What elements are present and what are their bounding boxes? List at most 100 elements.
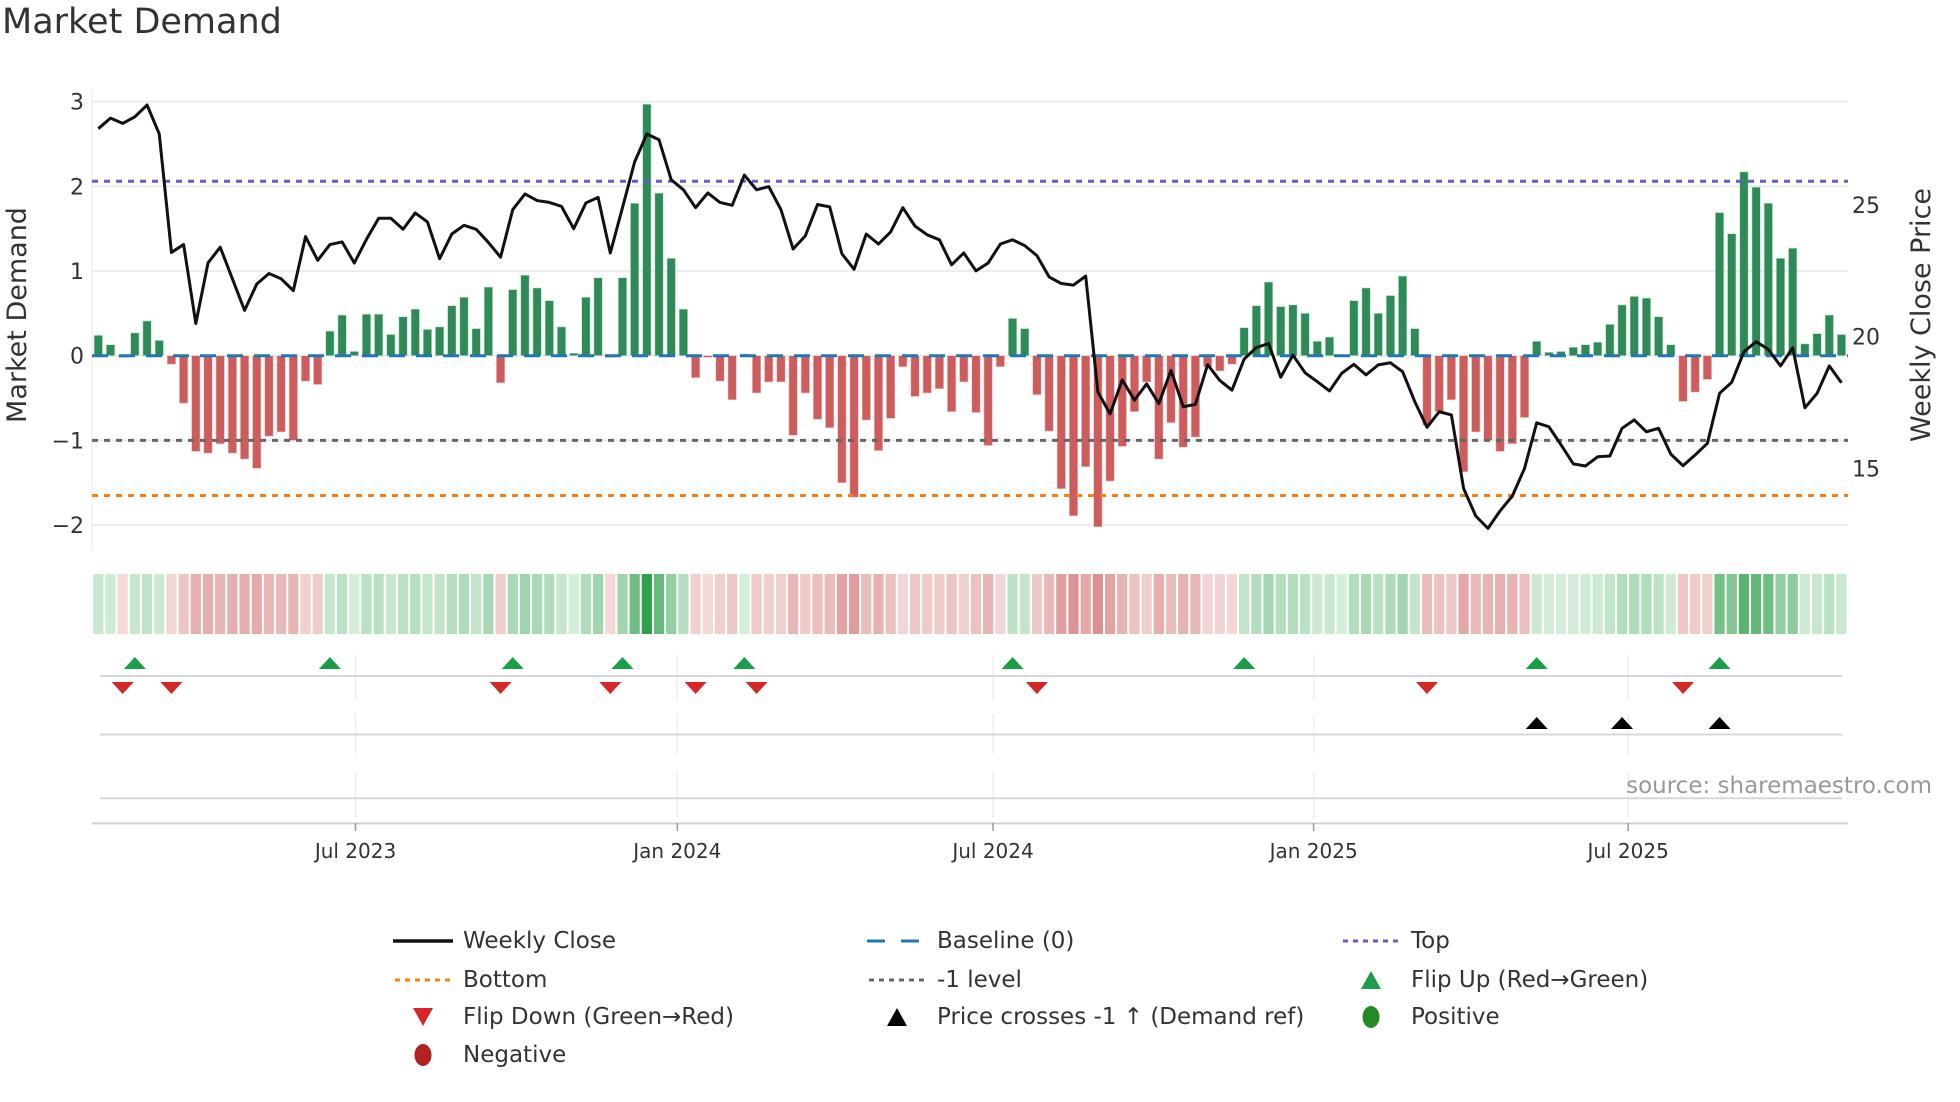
- demand-bar-positive: [557, 326, 567, 357]
- demand-bar-negative: [800, 355, 810, 394]
- heat-cell: [1799, 574, 1810, 634]
- heat-cell: [397, 574, 409, 634]
- demand-bar-negative: [1215, 355, 1225, 372]
- heat-cell: [788, 574, 799, 634]
- heat-cell: [1312, 574, 1323, 634]
- heat-cell: [519, 574, 531, 634]
- demand-bar-negative: [1166, 355, 1176, 423]
- demand-bar-positive: [666, 257, 676, 357]
- heat-cell: [1421, 574, 1433, 634]
- heat-cell: [714, 574, 726, 634]
- demand-bar-negative: [1069, 355, 1079, 517]
- y2-axis-label: Weekly Close Price: [1906, 188, 1937, 442]
- heat-cell: [544, 574, 555, 634]
- flip-up-marker: [318, 657, 341, 669]
- demand-bar-positive: [1568, 346, 1578, 357]
- demand-bar-positive: [93, 335, 103, 357]
- demand-bar-positive: [374, 313, 384, 356]
- y-tick-label: 2: [70, 175, 84, 200]
- demand-bar-negative: [776, 355, 786, 383]
- heat-cell: [1409, 574, 1420, 634]
- demand-bar-positive: [325, 330, 335, 356]
- heat-cell: [836, 574, 847, 634]
- heat-cell: [1495, 574, 1506, 634]
- heat-cell: [166, 574, 177, 634]
- demand-bar-positive: [520, 274, 530, 356]
- demand-bar-positive: [154, 340, 164, 357]
- heat-cell: [666, 574, 677, 634]
- heat-cell: [1044, 574, 1055, 634]
- weekly-close-line: [97, 103, 1843, 530]
- flip-down-marker: [489, 682, 512, 694]
- heat-cell: [1543, 574, 1555, 634]
- demand-bar-positive: [1763, 202, 1773, 357]
- demand-bar-negative: [227, 355, 237, 454]
- demand-bar-negative: [788, 355, 798, 436]
- heat-cell: [1665, 574, 1676, 634]
- x-tick-label: Jul 2025: [1585, 839, 1668, 863]
- demand-bar-negative: [1117, 355, 1127, 447]
- heat-cell: [1775, 574, 1786, 634]
- heat-cell: [1434, 574, 1445, 634]
- heat-cell: [580, 574, 591, 634]
- heat-cell: [1336, 574, 1347, 634]
- heat-cell: [1507, 574, 1518, 634]
- heat-cell: [117, 574, 128, 634]
- demand-bar-negative: [1446, 355, 1456, 401]
- heat-cell: [958, 574, 969, 634]
- demand-bar-positive: [1288, 304, 1298, 357]
- demand-bar-positive: [1385, 295, 1395, 356]
- demand-bar-negative: [886, 355, 896, 419]
- demand-bar-negative: [703, 355, 713, 358]
- demand-bar-negative: [825, 355, 835, 428]
- flip-down-marker: [1672, 682, 1694, 694]
- heat-cell: [190, 574, 201, 634]
- demand-bar-negative: [1690, 355, 1700, 393]
- demand-bar-positive: [105, 344, 115, 356]
- heat-cell: [1738, 574, 1750, 634]
- demand-bar-positive: [654, 192, 664, 356]
- demand-bar-positive: [1788, 247, 1798, 356]
- heat-cell: [1031, 574, 1043, 634]
- demand-bar-positive: [1776, 257, 1786, 357]
- demand-bar-positive: [471, 328, 481, 357]
- heat-cell: [373, 574, 384, 634]
- heat-cell: [141, 574, 153, 634]
- heat-cell: [861, 574, 872, 634]
- heat-cell: [605, 574, 616, 634]
- heat-cell: [483, 574, 494, 634]
- demand-bar-positive: [1593, 341, 1603, 357]
- heat-cell: [1178, 574, 1189, 634]
- heat-cell: [1824, 574, 1835, 634]
- demand-bar-negative: [898, 355, 908, 368]
- demand-bar-positive: [1008, 318, 1018, 357]
- demand-bar-positive: [398, 316, 408, 357]
- heat-cell: [690, 574, 701, 634]
- heat-cell: [983, 574, 994, 634]
- flip-down-marker: [745, 682, 768, 694]
- demand-bar-positive: [422, 329, 432, 356]
- demand-bar-negative: [849, 355, 859, 498]
- heat-cell: [1556, 574, 1567, 634]
- heat-cell: [970, 574, 982, 634]
- heat-cell: [1702, 574, 1713, 634]
- heat-cell: [934, 574, 945, 634]
- heat-cell: [1482, 574, 1494, 634]
- heat-cell: [1324, 574, 1335, 634]
- flip-up-marker: [501, 657, 524, 669]
- heat-cell: [617, 574, 628, 634]
- demand-bar-positive: [1349, 300, 1359, 356]
- demand-bar-positive: [386, 334, 396, 356]
- heat-cell: [1153, 574, 1164, 634]
- demand-bar-positive: [1739, 171, 1749, 356]
- flip-down-marker: [599, 682, 622, 694]
- heat-cell: [1263, 574, 1274, 634]
- heat-cell: [1348, 574, 1359, 634]
- demand-bar-positive: [1373, 313, 1383, 357]
- heat-cell: [227, 574, 238, 634]
- demand-bar-positive: [142, 320, 152, 356]
- heat-cell: [495, 574, 506, 634]
- heat-cell: [1726, 574, 1737, 634]
- x-tick-label: Jul 2024: [950, 839, 1033, 863]
- heat-cell: [909, 574, 921, 634]
